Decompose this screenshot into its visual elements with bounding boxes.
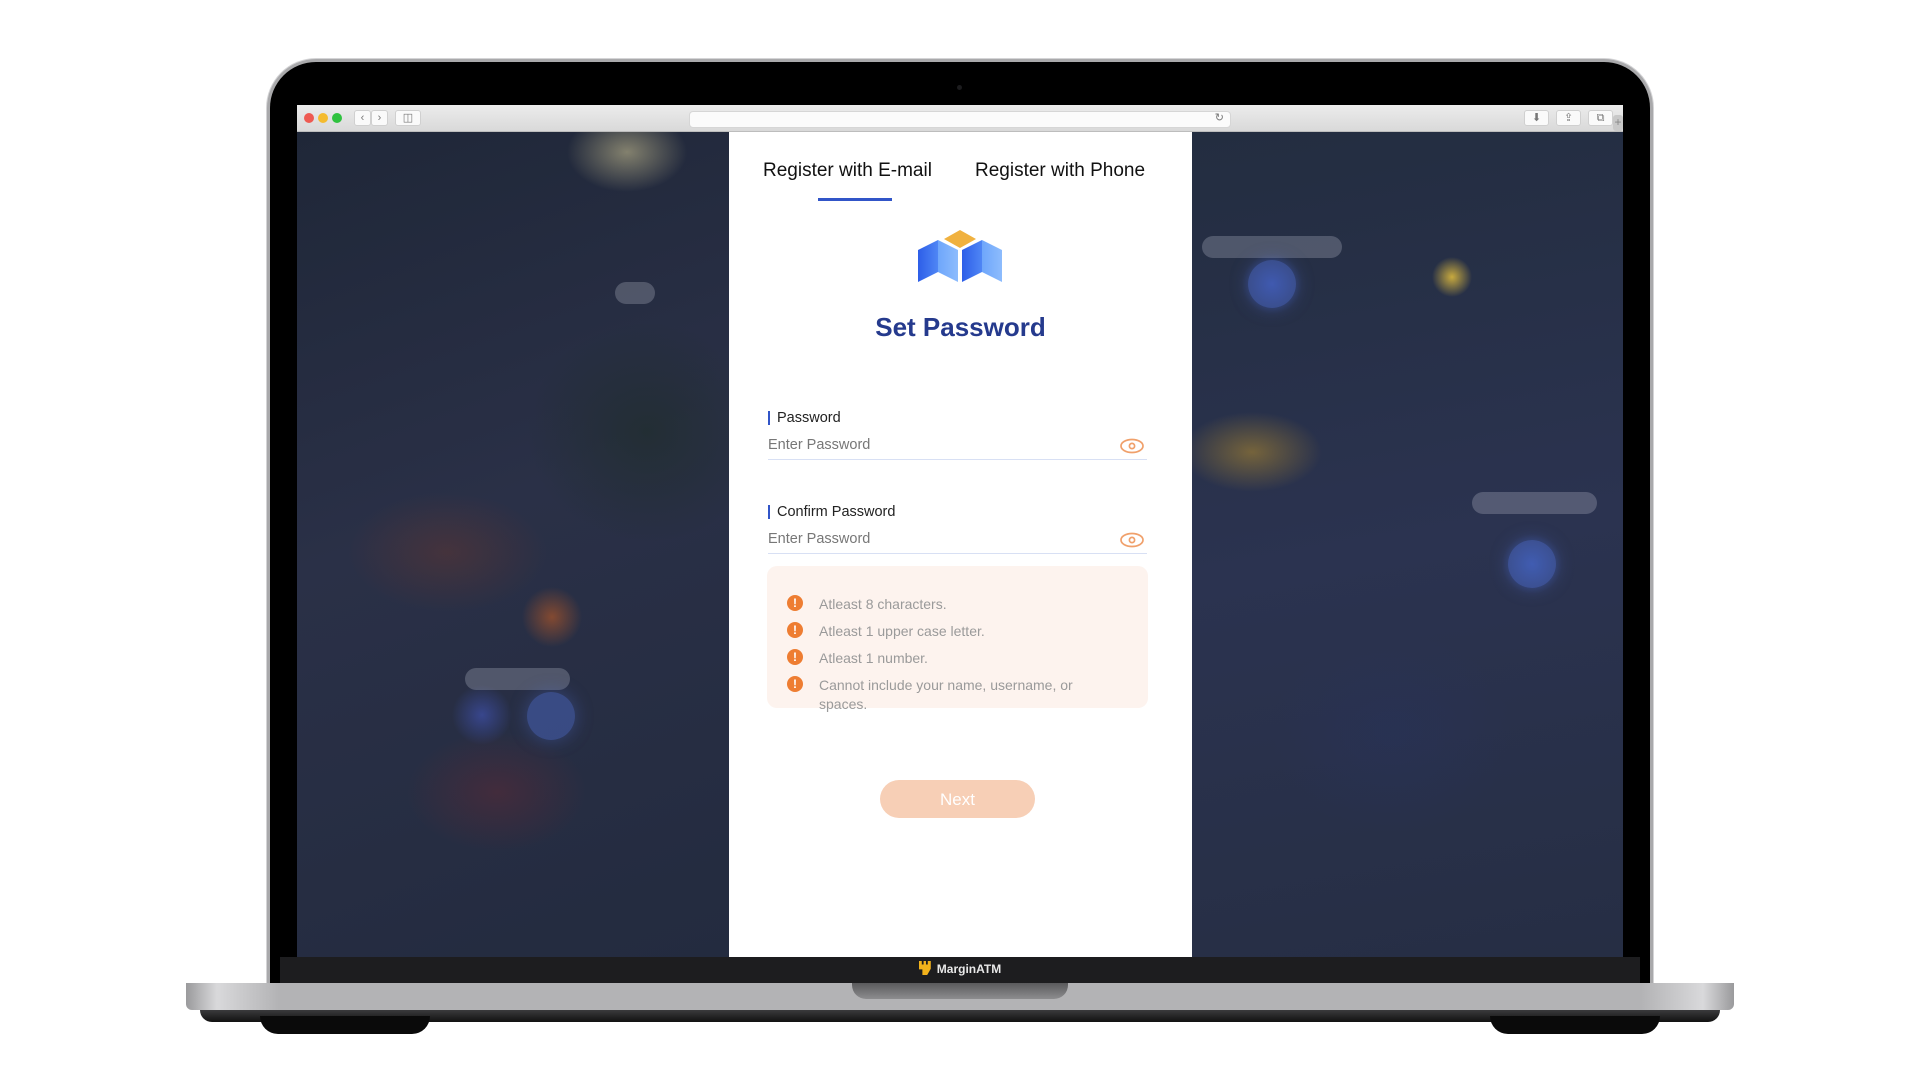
warning-icon: ! bbox=[787, 676, 803, 692]
minimize-window-button[interactable] bbox=[318, 113, 328, 123]
blurred-map-tag bbox=[465, 668, 570, 690]
forward-button[interactable]: › bbox=[371, 110, 388, 126]
requirement-text: Atleast 1 upper case letter. bbox=[819, 623, 985, 639]
tab-register-phone[interactable]: Register with Phone bbox=[975, 160, 1145, 182]
laptop-foot bbox=[1490, 1016, 1660, 1034]
tabs-icon: ⧉ bbox=[1596, 112, 1605, 124]
browser-window: ‹ › ◫ ↻ ⬇ ⇪ ⧉ + Register with E-mail Reg… bbox=[297, 105, 1623, 957]
warning-icon: ! bbox=[787, 622, 803, 638]
blurred-background-right bbox=[1192, 132, 1623, 957]
password-requirements-box: ! Atleast 8 characters. ! Atleast 1 uppe… bbox=[767, 566, 1148, 712]
active-tab-indicator bbox=[818, 198, 892, 201]
show-confirm-password-eye-icon[interactable] bbox=[1119, 532, 1145, 548]
laptop-notch bbox=[852, 983, 1068, 999]
requirement-item: ! Atleast 1 upper case letter. bbox=[787, 622, 1117, 641]
address-bar[interactable]: ↻ bbox=[689, 111, 1231, 128]
reload-icon[interactable]: ↻ bbox=[1215, 111, 1224, 124]
tab-register-email[interactable]: Register with E-mail bbox=[763, 160, 932, 182]
tabs-button[interactable]: ⧉ bbox=[1588, 110, 1613, 126]
password-label: Password bbox=[768, 411, 841, 425]
sidebar-button[interactable]: ◫ bbox=[395, 110, 421, 126]
share-button[interactable]: ⇪ bbox=[1556, 110, 1581, 126]
blurred-map-pin bbox=[1508, 540, 1556, 588]
blurred-map-tag bbox=[615, 282, 655, 304]
confirm-password-input[interactable] bbox=[768, 525, 1147, 554]
requirement-text: Atleast 8 characters. bbox=[819, 596, 947, 612]
brand-label: MarginATM bbox=[936, 962, 1002, 976]
new-tab-button[interactable]: + bbox=[1613, 115, 1623, 131]
requirement-text: Atleast 1 number. bbox=[819, 650, 928, 666]
crown-logo-icon bbox=[918, 961, 931, 975]
warning-icon: ! bbox=[787, 649, 803, 665]
close-window-button[interactable] bbox=[304, 113, 314, 123]
next-button[interactable]: Next bbox=[880, 780, 1035, 818]
sidebar-icon: ◫ bbox=[402, 112, 414, 124]
blurred-background-left bbox=[297, 132, 729, 957]
download-button[interactable]: ⬇ bbox=[1524, 110, 1549, 126]
browser-toolbar: ‹ › ◫ ↻ ⬇ ⇪ ⧉ + bbox=[297, 105, 1623, 132]
back-button[interactable]: ‹ bbox=[354, 110, 371, 126]
requirement-item: ! Atleast 1 number. bbox=[787, 649, 1117, 668]
blurred-map-pin bbox=[1248, 260, 1296, 308]
show-password-eye-icon[interactable] bbox=[1119, 438, 1145, 454]
camera bbox=[957, 85, 962, 90]
blurred-map-tag bbox=[1472, 492, 1597, 514]
share-icon: ⇪ bbox=[1563, 112, 1574, 124]
app-logo-icon bbox=[918, 230, 1002, 282]
maximize-window-button[interactable] bbox=[332, 113, 342, 123]
requirement-item: ! Atleast 8 characters. bbox=[787, 595, 1117, 614]
chevron-left-icon: ‹ bbox=[360, 112, 365, 124]
download-icon: ⬇ bbox=[1531, 112, 1542, 124]
page-title: Set Password bbox=[875, 312, 1046, 342]
chevron-right-icon: › bbox=[377, 112, 382, 124]
requirement-item: ! Cannot include your name, username, or… bbox=[787, 676, 1117, 714]
requirement-text: Cannot include your name, username, or s… bbox=[819, 677, 1073, 712]
plus-icon: + bbox=[1614, 115, 1622, 129]
device-brand: MarginATM bbox=[0, 961, 1920, 976]
register-panel: Register with E-mail Register with Phone… bbox=[729, 132, 1192, 957]
blurred-map-tag bbox=[1202, 236, 1342, 258]
warning-icon: ! bbox=[787, 595, 803, 611]
blurred-map-pin bbox=[527, 692, 575, 740]
laptop-foot bbox=[260, 1016, 430, 1034]
confirm-password-label: Confirm Password bbox=[768, 505, 895, 519]
password-input[interactable] bbox=[768, 431, 1147, 460]
